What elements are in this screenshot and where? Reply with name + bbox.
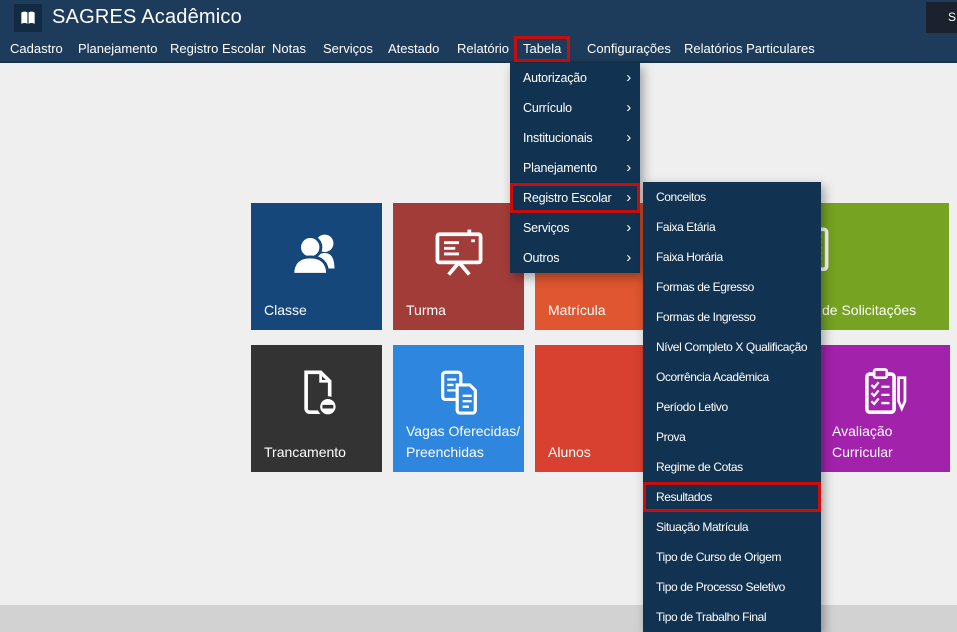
tile-classe[interactable]: Classe	[251, 203, 382, 330]
tile-label: Matrícula	[548, 300, 606, 320]
submenu-item-tipo-de-trabalho-final[interactable]: Tipo de Trabalho Final	[643, 602, 821, 632]
submenu-item-ocorrencia-academica[interactable]: Ocorrência Acadêmica	[643, 362, 821, 392]
submenu-item-regime-de-cotas[interactable]: Regime de Cotas	[643, 452, 821, 482]
chevron-right-icon: ›	[626, 243, 631, 272]
menubar-item-servicos[interactable]: Serviços	[323, 37, 373, 61]
tabela-menu-item-outros[interactable]: Outros›	[510, 243, 640, 273]
submenu-item-formas-de-egresso[interactable]: Formas de Egresso	[643, 272, 821, 302]
menubar-item-registro-escolar[interactable]: Registro Escolar	[170, 37, 265, 61]
tile-label: Vagas Oferecidas/ Preenchidas	[406, 421, 520, 462]
checklist-pen-icon	[856, 365, 914, 423]
submenu-item-periodo-letivo[interactable]: Período Letivo	[643, 392, 821, 422]
open-book-icon	[18, 8, 38, 28]
submenu-item-tipo-de-curso-de-origem[interactable]: Tipo de Curso de Origem	[643, 542, 821, 572]
tile-vagas[interactable]: Vagas Oferecidas/ Preenchidas	[393, 345, 524, 472]
tabela-menu-item-planejamento[interactable]: Planejamento›	[510, 153, 640, 183]
menubar-item-planejamento[interactable]: Planejamento	[78, 37, 158, 61]
app-logo	[14, 4, 42, 32]
submenu-item-resultados[interactable]: Resultados	[643, 482, 821, 512]
tabela-menu: Autorização› Currículo› Institucionais› …	[510, 63, 640, 273]
presentation-board-icon	[429, 223, 489, 283]
tile-label: Trancamento	[264, 442, 346, 462]
chevron-right-icon: ›	[626, 153, 631, 182]
app-title: SAGRES Acadêmico	[52, 6, 242, 29]
tile-label: Avaliação Curricular	[832, 421, 893, 462]
chevron-right-icon: ›	[626, 183, 631, 212]
submenu-item-situacao-matricula[interactable]: Situação Matrícula	[643, 512, 821, 542]
tile-avaliacao-curricular[interactable]: Avaliação Curricular	[819, 345, 950, 472]
menubar-item-notas[interactable]: Notas	[272, 37, 306, 61]
chevron-right-icon: ›	[626, 123, 631, 152]
chevron-right-icon: ›	[626, 213, 631, 242]
tile-label: de Solicitações	[822, 300, 916, 320]
menubar-item-atestado[interactable]: Atestado	[388, 37, 439, 61]
submenu-item-faixa-etaria[interactable]: Faixa Etária	[643, 212, 821, 242]
menubar-item-tabela[interactable]: Tabela	[514, 36, 570, 62]
chevron-right-icon: ›	[626, 93, 631, 122]
tile-turma[interactable]: Turma	[393, 203, 524, 330]
registro-escolar-submenu: Conceitos Faixa Etária Faixa Horária For…	[643, 182, 821, 632]
tabela-menu-item-servicos[interactable]: Serviços›	[510, 213, 640, 243]
app-header: SAGRES Acadêmico S	[0, 0, 957, 37]
main-menubar: Cadastro Planejamento Registro Escolar N…	[0, 37, 957, 63]
submenu-item-tipo-de-processo-seletivo[interactable]: Tipo de Processo Seletivo	[643, 572, 821, 602]
submenu-item-nivel-completo-x-qualificacao[interactable]: Nível Completo X Qualificação	[643, 332, 821, 362]
tabela-menu-item-autorizacao[interactable]: Autorização›	[510, 63, 640, 93]
people-icon	[286, 223, 348, 285]
app: { "colors": { "header_bg": "#1D3C5B", "m…	[0, 0, 957, 632]
chevron-right-icon: ›	[626, 63, 631, 92]
menubar-item-relatorio[interactable]: Relatório	[457, 37, 509, 61]
submenu-item-prova[interactable]: Prova	[643, 422, 821, 452]
documents-icon	[430, 365, 488, 423]
submenu-item-faixa-horaria[interactable]: Faixa Horária	[643, 242, 821, 272]
menubar-item-configuracoes[interactable]: Configurações	[587, 37, 671, 61]
menubar-item-cadastro[interactable]: Cadastro	[10, 37, 63, 61]
account-button[interactable]: S	[926, 2, 957, 33]
submenu-item-formas-de-ingresso[interactable]: Formas de Ingresso	[643, 302, 821, 332]
document-minus-icon	[288, 365, 346, 423]
tile-label: Turma	[406, 300, 446, 320]
tile-label: Classe	[264, 300, 307, 320]
tabela-menu-item-institucionais[interactable]: Institucionais›	[510, 123, 640, 153]
tabela-menu-item-registro-escolar[interactable]: Registro Escolar›	[510, 183, 640, 213]
tile-label: Alunos	[548, 442, 591, 462]
submenu-item-conceitos[interactable]: Conceitos	[643, 182, 821, 212]
menubar-item-relatorios-particulares[interactable]: Relatórios Particulares	[684, 37, 815, 61]
tabela-menu-item-curriculo[interactable]: Currículo›	[510, 93, 640, 123]
tile-trancamento[interactable]: Trancamento	[251, 345, 382, 472]
